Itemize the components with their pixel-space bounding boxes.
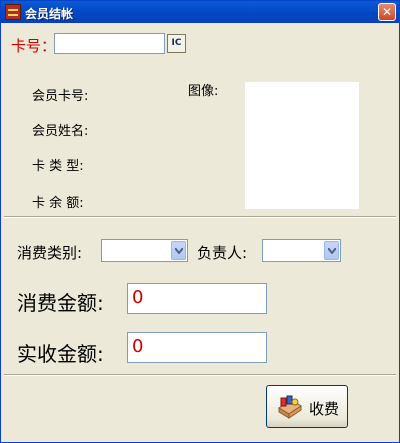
card-balance-label: 卡 余 额: xyxy=(32,196,84,211)
consumption-amount-label: 消费金额: xyxy=(17,291,104,315)
ic-card-read-button[interactable]: IC xyxy=(167,34,186,53)
consumption-amount-input[interactable]: 0 xyxy=(127,283,267,314)
close-icon: ✕ xyxy=(381,5,393,19)
card-number-label: 卡号： xyxy=(11,37,57,55)
member-name-label: 会员姓名: xyxy=(32,124,89,139)
charge-button-label: 收费 xyxy=(309,400,340,418)
member-photo xyxy=(245,82,359,209)
app-icon xyxy=(5,4,21,20)
received-amount-label: 实收金额: xyxy=(17,342,104,366)
checkout-dialog: 会员结帐 ✕ 卡号： IC 会员卡号: 会员姓名: 卡 类 型: 卡 余 额: … xyxy=(0,0,400,443)
consumption-category-label: 消费类别: xyxy=(17,244,83,262)
card-type-label: 卡 类 型: xyxy=(32,159,84,174)
separator-top xyxy=(4,216,396,218)
responsible-person-select[interactable] xyxy=(262,239,341,262)
payment-icon xyxy=(278,395,302,419)
separator-bottom xyxy=(4,374,396,376)
photo-label: 图像: xyxy=(188,84,219,99)
close-button[interactable]: ✕ xyxy=(378,3,396,21)
window-title: 会员结帐 xyxy=(25,7,74,21)
received-amount-input[interactable]: 0 xyxy=(127,332,267,363)
chevron-down-icon[interactable] xyxy=(171,241,186,260)
chevron-down-icon[interactable] xyxy=(324,241,339,260)
ic-button-label: IC xyxy=(171,38,182,48)
card-number-input[interactable] xyxy=(54,33,165,54)
responsible-person-label: 负责人: xyxy=(197,244,248,262)
consumption-category-select[interactable] xyxy=(101,239,188,262)
title-bar[interactable]: 会员结帐 ✕ xyxy=(1,1,399,23)
charge-button[interactable]: 收费 xyxy=(266,385,348,428)
member-card-number-label: 会员卡号: xyxy=(32,89,89,104)
